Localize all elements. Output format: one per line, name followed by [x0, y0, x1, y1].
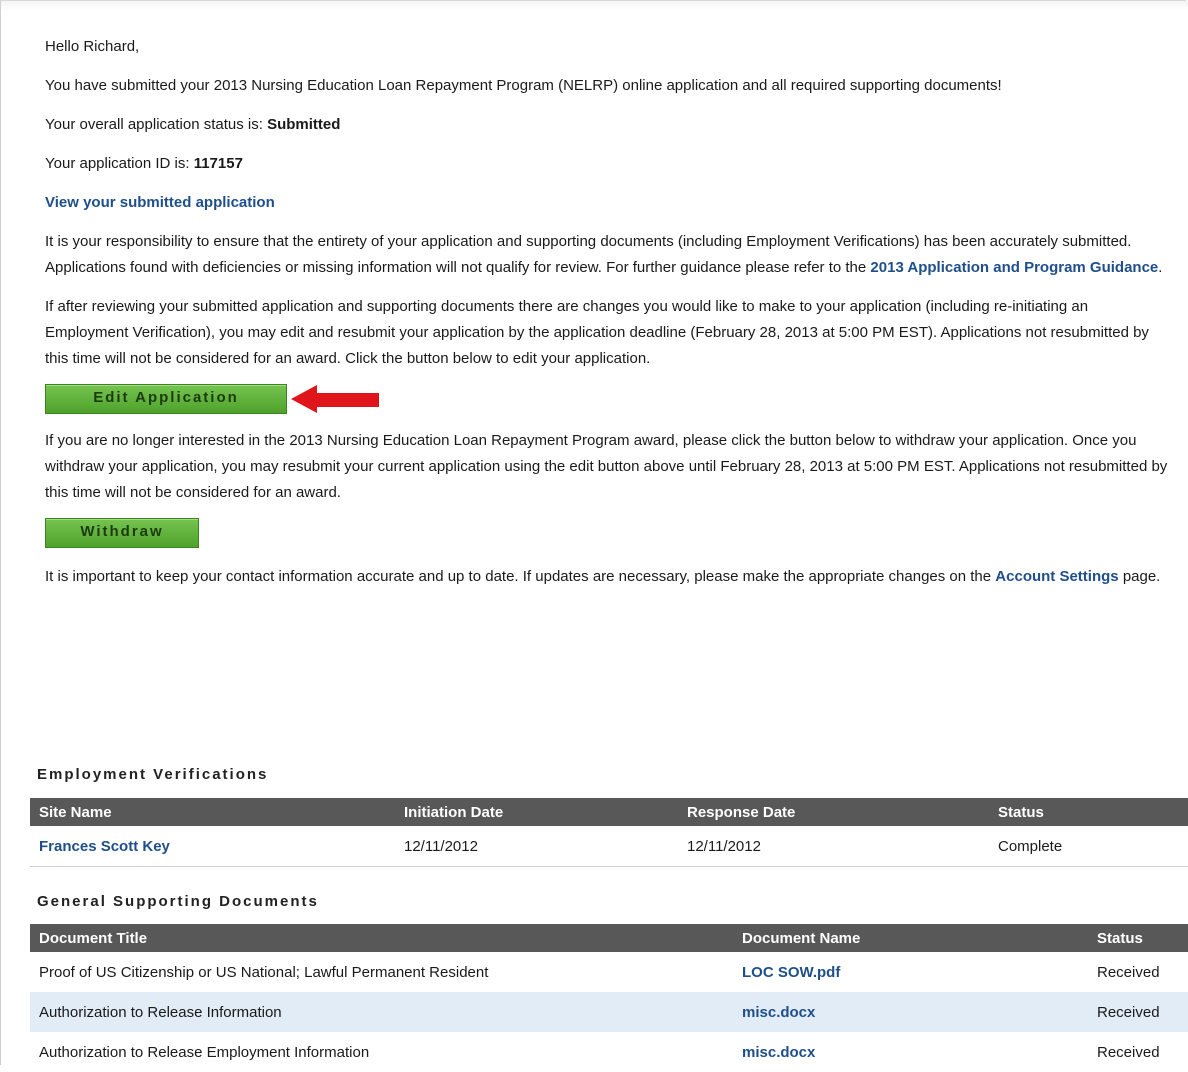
edit-info-text: If after reviewing your submitted applic… — [45, 298, 1149, 367]
account-settings-link[interactable]: Account Settings — [995, 568, 1118, 585]
document-status-cell: Received — [1097, 1043, 1160, 1061]
document-link[interactable]: LOC SOW.pdf — [742, 964, 840, 981]
document-status-cell: Received — [1088, 992, 1188, 1032]
table-row: Proof of US Citizenship or US National; … — [30, 952, 1188, 992]
app-id-value: 117157 — [193, 155, 243, 172]
column-header: Document Title — [30, 924, 733, 952]
view-application-link[interactable]: View your submitted application — [45, 194, 275, 211]
column-header: Initiation Date — [395, 798, 678, 826]
employment-verifications-title: Employment Verifications — [37, 766, 269, 783]
status-value: Submitted — [267, 116, 341, 133]
document-link[interactable]: misc.docx — [742, 1004, 815, 1021]
guidance-link[interactable]: 2013 Application and Program Guidance — [870, 259, 1158, 276]
red-arrow-icon — [291, 385, 379, 413]
status-cell: Complete — [998, 837, 1063, 855]
contact-text: It is important to keep your contact inf… — [45, 564, 1170, 590]
edit-row: Edit Application — [45, 382, 1170, 428]
site-name-cell: Frances Scott Key — [30, 826, 395, 867]
withdraw-button[interactable]: Withdraw — [45, 518, 199, 548]
application-status-content: Hello Richard, You have submitted your 2… — [45, 34, 1170, 603]
document-name-cell: misc.docx — [733, 1032, 1088, 1072]
responsibility-tail: . — [1158, 259, 1163, 276]
document-name-cell: misc.docx — [733, 992, 1088, 1032]
withdraw-info-text: If you are no longer interested in the 2… — [45, 432, 1168, 501]
column-header: Site Name — [30, 798, 395, 826]
app-id-line: Your application ID is: 117157 — [45, 151, 1170, 177]
status-line: Your overall application status is: Subm… — [45, 112, 1170, 138]
document-title-cell: Authorization to Release Information — [30, 992, 733, 1032]
site-name-link[interactable]: Frances Scott Key — [39, 838, 170, 855]
column-header: Status — [1088, 924, 1188, 952]
status-label: Your overall application status is: — [45, 116, 263, 133]
response-date-cell: 12/11/2012 — [687, 837, 761, 855]
document-title-cell: Authorization to Release Employment Info… — [39, 1043, 370, 1061]
column-header: Status — [989, 798, 1188, 826]
table-row: Authorization to Release Employment Info… — [30, 1032, 1188, 1072]
general-supporting-documents-table: Document Title Document Name Status Proo… — [30, 924, 1188, 1072]
contact-tail: page. — [1122, 568, 1161, 585]
initiation-date-cell: 12/11/2012 — [404, 837, 478, 855]
app-id-label: Your application ID is: — [45, 155, 190, 172]
document-title-cell: Proof of US Citizenship or US National; … — [39, 963, 489, 981]
edit-application-button[interactable]: Edit Application — [45, 384, 287, 414]
column-header: Document Name — [733, 924, 1088, 952]
table-row: Frances Scott Key 12/11/2012 12/11/2012 … — [30, 826, 1188, 867]
greeting: Hello Richard, — [45, 38, 140, 55]
employment-verifications-table: Site Name Initiation Date Response Date … — [30, 798, 1188, 867]
document-status-cell: Received — [1097, 963, 1160, 981]
table-row: Authorization to Release Information mis… — [30, 992, 1188, 1032]
document-name-cell: LOC SOW.pdf — [733, 952, 1088, 992]
table-header-row: Document Title Document Name Status — [30, 924, 1188, 952]
view-link-line: View your submitted application — [45, 190, 1170, 216]
contact-body: It is important to keep your contact inf… — [45, 568, 992, 585]
intro-text: You have submitted your 2013 Nursing Edu… — [45, 77, 1002, 94]
column-header: Response Date — [678, 798, 989, 826]
document-link[interactable]: misc.docx — [742, 1044, 815, 1061]
responsibility-text: It is your responsibility to ensure that… — [45, 229, 1170, 281]
general-supporting-documents-title: General Supporting Documents — [37, 893, 319, 910]
table-header-row: Site Name Initiation Date Response Date … — [30, 798, 1188, 826]
